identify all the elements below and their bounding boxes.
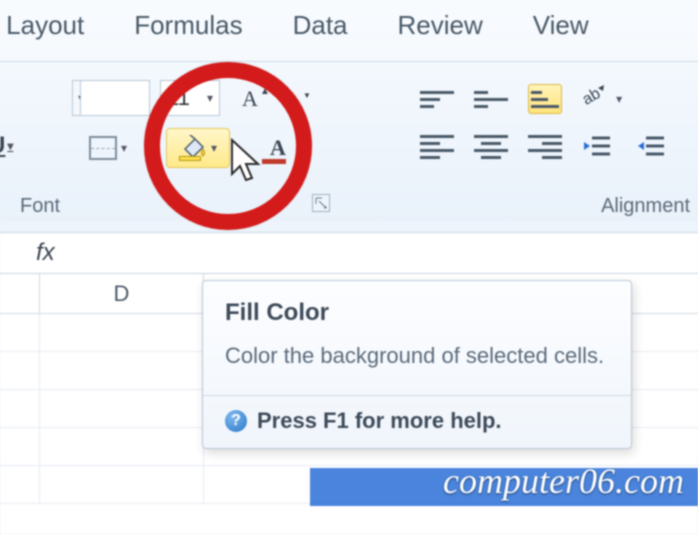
align-right-button[interactable] [528,132,562,162]
orientation-button[interactable]: ab ▾ [580,82,622,112]
tab-page-layout[interactable]: ge Layout [0,10,84,41]
ribbon: ▾ 11 ▾ A ▲ A ▼ U ▾ ▾ [0,61,698,221]
align-left-button[interactable] [420,132,454,162]
caret-icon: ▾ [211,141,217,155]
decrease-indent-button[interactable] [582,132,616,162]
tab-data[interactable]: Data [293,10,348,41]
tab-formulas[interactable]: Formulas [134,10,242,41]
font-size-value: 11 [167,85,190,111]
grow-font-icon: A ▲ [240,84,270,112]
borders-icon [89,136,117,160]
align-middle-button[interactable] [474,84,508,114]
formula-bar[interactable]: fx [0,232,698,274]
paint-bucket-icon [179,135,207,161]
tooltip-help-text: Press F1 for more help. [257,408,502,434]
ribbon-tabs: ge Layout Formulas Data Review View [0,0,698,61]
alignment-group-label: Alignment [601,195,698,218]
caret-icon: ▾ [7,139,13,153]
dialog-launcher-icon [313,195,329,211]
orientation-icon: ab [580,82,610,112]
svg-text:A: A [242,86,258,111]
caret-icon: ▾ [616,92,622,106]
font-group-label: Font [20,195,220,218]
tab-review[interactable]: Review [398,10,483,41]
font-color-button[interactable]: A ▾ [252,128,308,168]
tooltip-divider [203,395,631,396]
increase-indent-icon [636,134,666,160]
watermark-bar [310,468,698,506]
caret-icon: ▾ [298,141,304,155]
select-all-corner[interactable] [0,274,40,313]
tooltip-fill-color: Fill Color Color the background of selec… [202,280,632,449]
tooltip-description: Color the background of selected cells. [225,341,609,371]
alignment-group: ab ▾ [400,70,698,220]
grow-font-button[interactable]: A ▲ [236,80,274,116]
shrink-font-icon: A ▼ [285,84,313,112]
shrink-font-button[interactable]: A ▼ [280,80,318,116]
underline-label: U [0,132,5,160]
decrease-indent-icon [582,134,612,160]
svg-text:A: A [270,135,286,160]
fx-label: fx [0,239,55,267]
align-bottom-button[interactable] [528,84,562,114]
svg-text:▼: ▼ [303,91,311,100]
font-dialog-launcher[interactable] [312,194,330,212]
increase-indent-button[interactable] [636,132,670,162]
font-size-input[interactable]: 11 ▾ [160,80,220,116]
font-group: ▾ 11 ▾ A ▲ A ▼ U ▾ ▾ [0,70,360,220]
fill-color-button[interactable]: ▾ [166,128,230,168]
borders-button[interactable]: ▾ [80,128,136,168]
font-name-input[interactable] [80,80,150,116]
font-color-swatch [262,159,286,164]
align-top-button[interactable] [420,84,454,114]
svg-text:▲: ▲ [260,86,270,97]
caret-icon: ▾ [121,141,127,155]
tab-view[interactable]: View [533,10,589,41]
align-center-button[interactable] [474,132,508,162]
help-icon: ? [225,410,247,432]
column-header-d[interactable]: D [40,274,204,313]
caret-icon: ▾ [207,91,213,105]
tooltip-title: Fill Color [225,299,609,327]
svg-text:A: A [289,93,301,110]
tooltip-help-line: ? Press F1 for more help. [225,408,609,434]
underline-button[interactable]: U ▾ [0,132,13,160]
